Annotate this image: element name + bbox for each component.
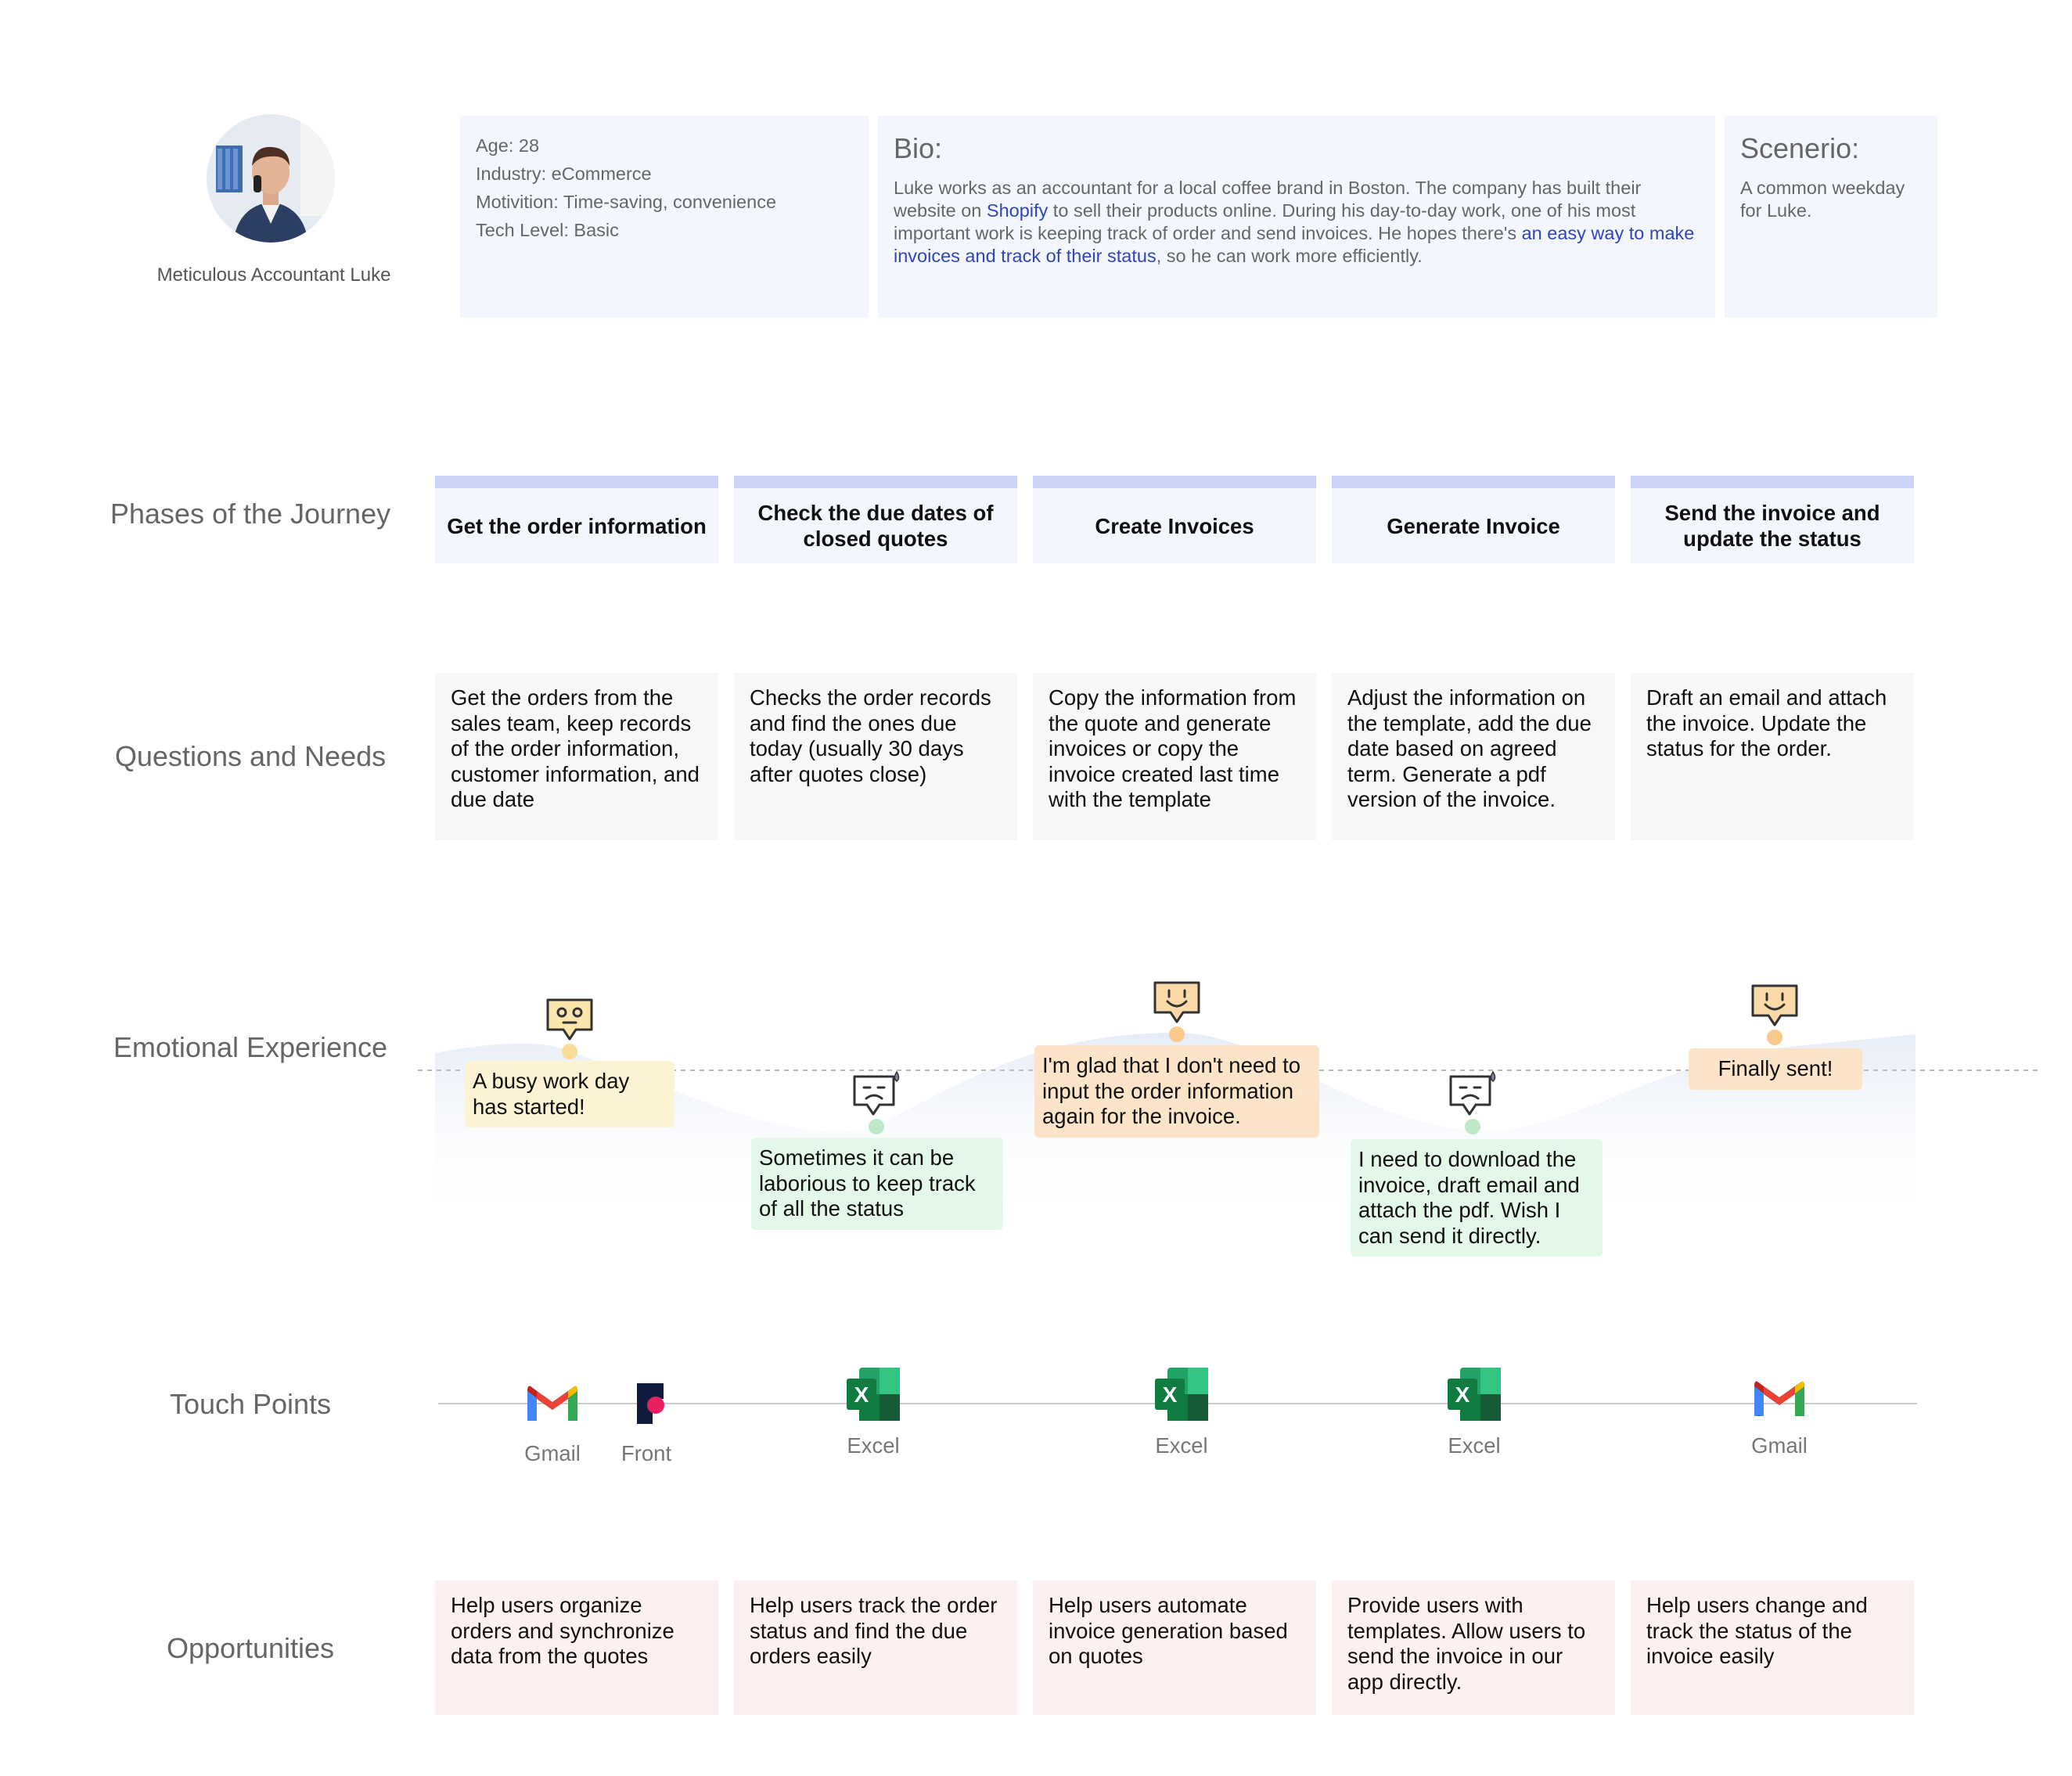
row-label-needs: Questions and Needs	[114, 740, 387, 772]
bio-text: Luke works as an accountant for a local …	[894, 177, 1700, 268]
happy-face-icon	[1153, 981, 1200, 1023]
shopify-link[interactable]: Shopify	[987, 200, 1048, 221]
bio-text-part: , so he can work more efficiently.	[1156, 246, 1423, 266]
opportunity-card: Help users change and track the status o…	[1631, 1580, 1914, 1715]
touch-point-label: Front	[621, 1441, 672, 1465]
row-label-phases: Phases of the Journey	[110, 498, 391, 530]
persona-industry: Industry: eCommerce	[476, 164, 652, 184]
emotion-bubble: Finally sent!	[1689, 1048, 1862, 1090]
touch-point-label: Excel	[847, 1433, 900, 1458]
emotion-bubble: A busy work day has started!	[465, 1061, 674, 1127]
excel-icon: X	[1155, 1368, 1208, 1421]
needs-card: Copy the information from the quote and …	[1033, 673, 1316, 840]
frustrated-face-icon	[1449, 1070, 1496, 1116]
touch-point-label: Gmail	[524, 1441, 581, 1465]
emotion-point	[1767, 1030, 1782, 1045]
emotion-bubble: I'm glad that I don't need to input the …	[1034, 1045, 1319, 1138]
frustrated-face-icon	[853, 1070, 900, 1116]
phase-card: Check the due dates of closed quotes	[734, 476, 1017, 563]
persona-motivation: Motivition: Time-saving, convenience	[476, 192, 777, 212]
needs-card: Checks the order records and find the on…	[734, 673, 1017, 840]
opportunity-card: Help users organize orders and synchroni…	[435, 1580, 718, 1715]
emotion-point	[869, 1119, 884, 1134]
needs-card: Adjust the information on the template, …	[1332, 673, 1615, 840]
opportunity-card: Provide users with templates. Allow user…	[1332, 1580, 1615, 1715]
emotion-bubble: Sometimes it can be laborious to keep tr…	[751, 1138, 1003, 1230]
persona-details-card: Age: 28 Industry: eCommerce Motivition: …	[460, 116, 869, 318]
emotion-point	[562, 1044, 577, 1059]
emotion-point	[1169, 1026, 1185, 1042]
svg-text:X: X	[1163, 1382, 1178, 1407]
gmail-icon	[1754, 1381, 1804, 1416]
row-label-opportunities: Opportunities	[166, 1632, 335, 1664]
avatar	[207, 114, 335, 243]
neutral-face-icon	[546, 998, 593, 1041]
bio-title: Bio:	[894, 132, 943, 164]
scenario-text: A common weekday for Luke.	[1740, 178, 1905, 221]
touch-point-label: Excel	[1155, 1433, 1208, 1458]
svg-text:X: X	[1455, 1382, 1470, 1407]
needs-card: Draft an email and attach the invoice. U…	[1631, 673, 1914, 840]
persona-age: Age: 28	[476, 135, 540, 156]
emotion-point	[1465, 1119, 1480, 1134]
opportunity-card: Help users track the order status and fi…	[734, 1580, 1017, 1715]
persona-tech-level: Tech Level: Basic	[476, 220, 619, 240]
touch-point-label: Gmail	[1751, 1433, 1808, 1458]
scenario-card: Scenerio: A common weekday for Luke.	[1725, 116, 1937, 318]
phase-card: Create Invoices	[1033, 476, 1316, 563]
persona-name: Meticulous Accountant Luke	[156, 264, 391, 286]
svg-text:X: X	[854, 1382, 869, 1407]
gmail-icon	[527, 1386, 577, 1421]
bio-card: Bio: Luke works as an accountant for a l…	[878, 116, 1715, 318]
front-icon	[637, 1383, 664, 1424]
persona-photo	[207, 114, 335, 243]
excel-icon: X	[1448, 1368, 1501, 1421]
happy-face-icon	[1751, 984, 1798, 1026]
phase-card: Generate Invoice	[1332, 476, 1615, 563]
excel-icon: X	[847, 1368, 900, 1421]
scenario-title: Scenerio:	[1740, 132, 1860, 164]
phase-card: Send the invoice and update the status	[1631, 476, 1914, 563]
phase-card: Get the order information	[435, 476, 718, 563]
needs-card: Get the orders from the sales team, keep…	[435, 673, 718, 840]
emotion-bubble: I need to download the invoice, draft em…	[1351, 1139, 1603, 1257]
touch-point-label: Excel	[1448, 1433, 1501, 1458]
row-label-touch-points: Touch Points	[169, 1388, 332, 1420]
opportunity-card: Help users automate invoice generation b…	[1033, 1580, 1316, 1715]
